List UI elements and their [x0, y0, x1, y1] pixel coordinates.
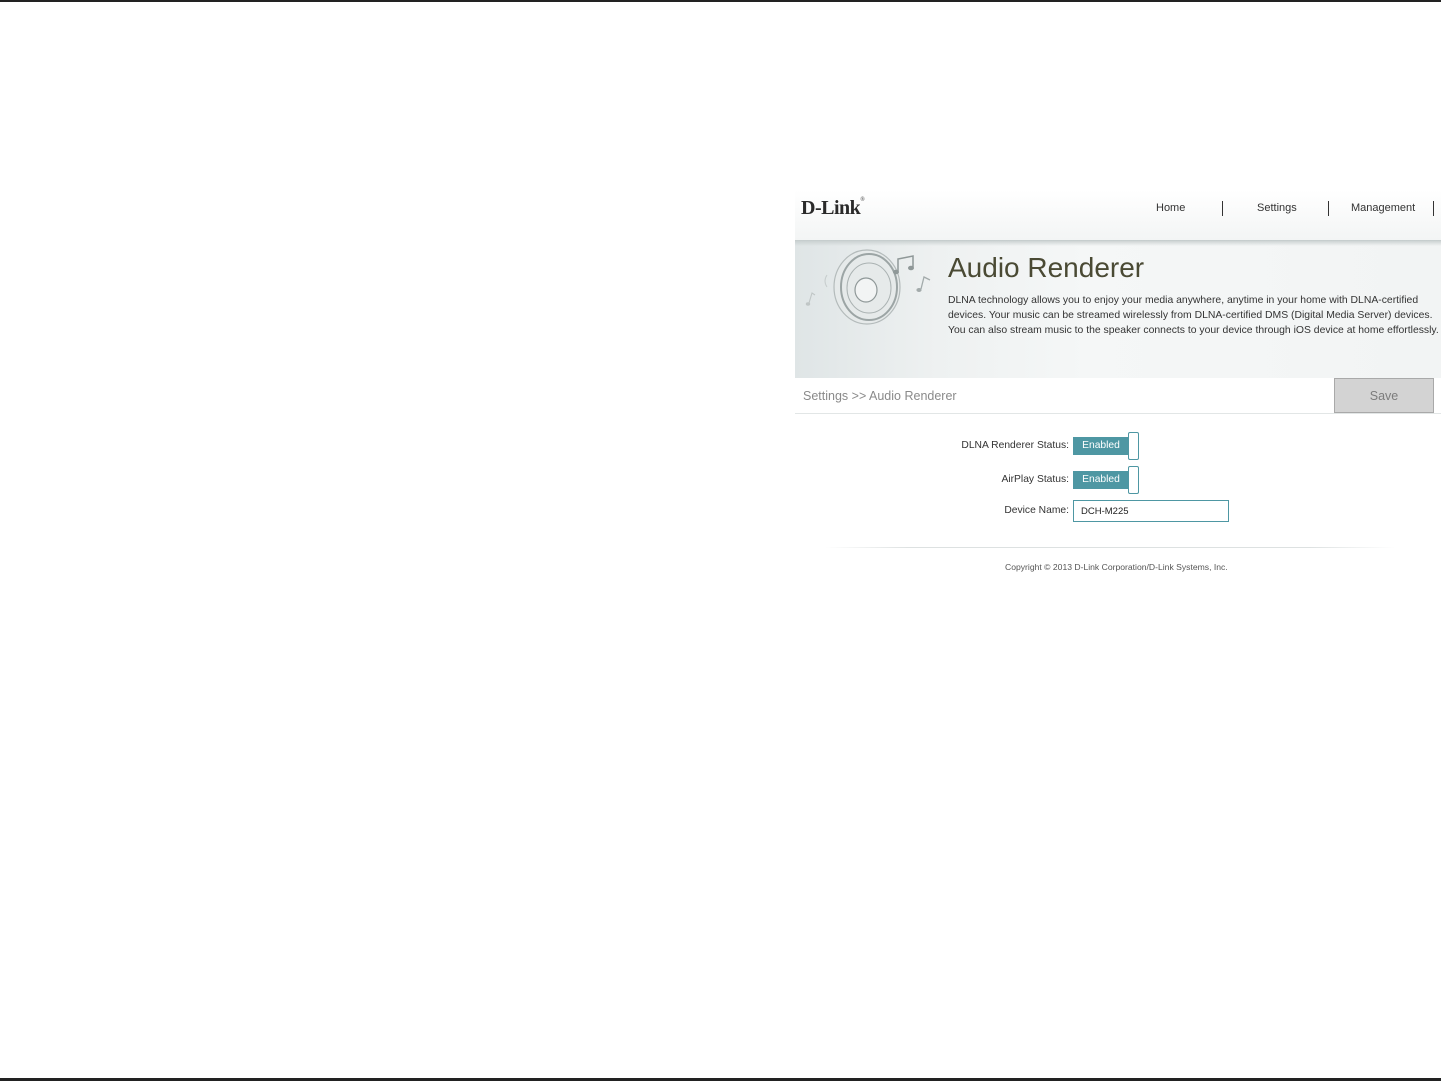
speaker-disc-icon — [805, 249, 931, 325]
description-line: You can also stream music to the speaker… — [948, 324, 1439, 336]
toggle-knob[interactable] — [1128, 432, 1139, 460]
dlna-status-label: DLNA Renderer Status: — [961, 440, 1069, 451]
nav-management[interactable]: Management — [1351, 202, 1415, 214]
dlna-status-value: Enabled — [1073, 437, 1129, 455]
hero-banner: Audio Renderer DLNA technology allows yo… — [795, 240, 1441, 379]
top-header: D-Link® Home Settings Management — [795, 190, 1441, 240]
description-line: DLNA technology allows you to enjoy your… — [948, 295, 1419, 306]
copyright-text: Copyright © 2013 D-Link Corporation/D-Li… — [1005, 562, 1228, 572]
page-description: DLNA technology allows you to enjoy your… — [948, 294, 1441, 338]
dlna-status-toggle[interactable]: Enabled — [1073, 432, 1139, 460]
airplay-status-value: Enabled — [1073, 471, 1129, 489]
airplay-status-toggle[interactable]: Enabled — [1073, 466, 1139, 494]
footer-divider — [825, 547, 1395, 548]
nav-separator — [1433, 201, 1434, 216]
dlink-logo: D-Link® — [801, 197, 865, 219]
nav-home[interactable]: Home — [1156, 202, 1185, 214]
breadcrumb: Settings >> Audio Renderer — [803, 389, 957, 403]
page-top-border — [0, 0, 1441, 2]
device-name-input[interactable] — [1073, 500, 1229, 522]
nav-separator — [1222, 201, 1223, 216]
save-button[interactable]: Save — [1334, 378, 1434, 413]
toggle-knob[interactable] — [1128, 466, 1139, 494]
nav-settings[interactable]: Settings — [1257, 202, 1297, 214]
device-name-label: Device Name: — [1004, 505, 1069, 516]
breadcrumb-bar: Settings >> Audio Renderer Save — [795, 378, 1441, 414]
header-shadow — [795, 240, 1441, 246]
airplay-status-label: AirPlay Status: — [1001, 474, 1069, 485]
nav-separator — [1328, 201, 1329, 216]
page-title: Audio Renderer — [948, 252, 1145, 283]
description-line: devices. Your music can be streamed wire… — [948, 309, 1433, 321]
router-web-ui: D-Link® Home Settings Management Audio R… — [795, 190, 1441, 590]
